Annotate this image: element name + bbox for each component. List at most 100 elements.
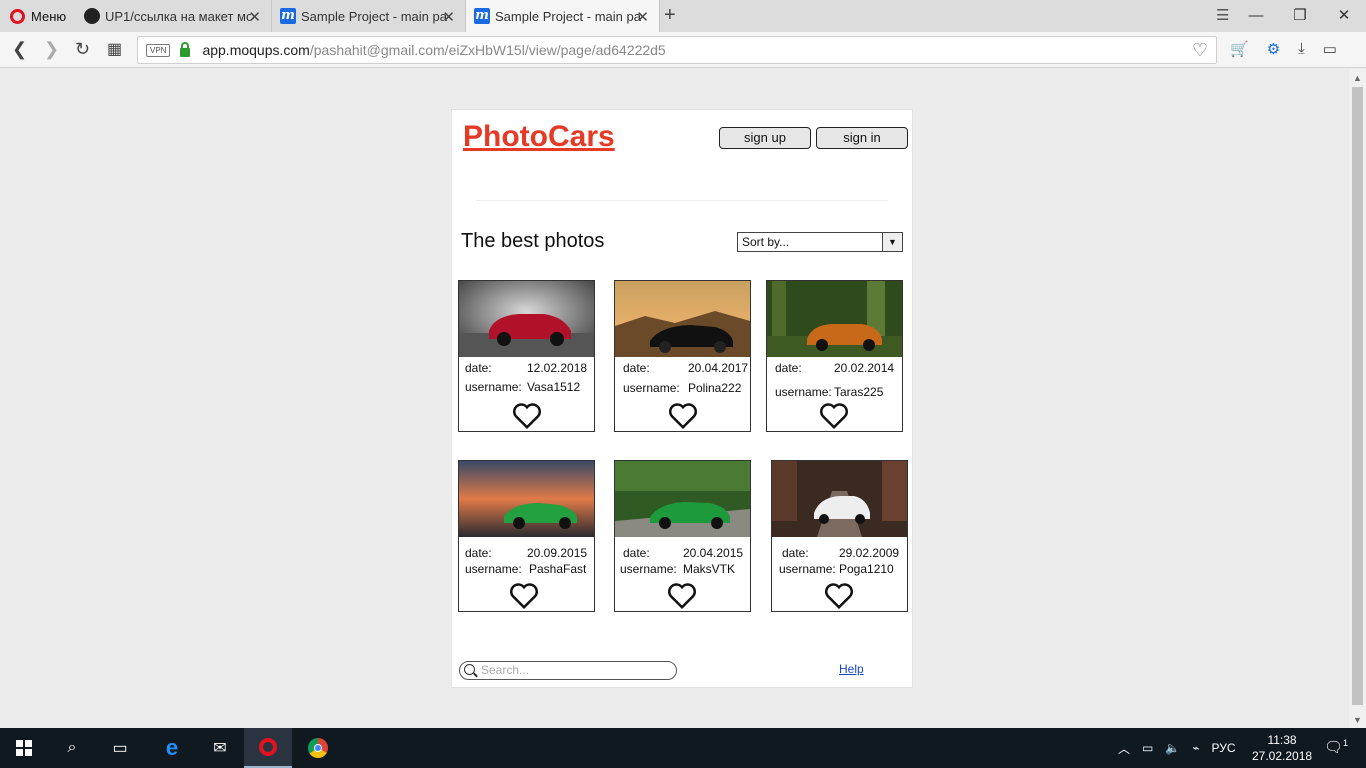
new-tab-plus-icon[interactable]: + xyxy=(664,4,676,27)
github-icon xyxy=(84,8,100,24)
notifications-icon[interactable]: 🗨1 xyxy=(1324,738,1348,756)
tab-menu-icon[interactable]: ☰ xyxy=(1216,6,1229,24)
username-label: username: xyxy=(779,562,836,576)
restore-icon[interactable]: ❐ xyxy=(1278,0,1322,32)
username-label: username: xyxy=(465,562,522,576)
sign-up-button[interactable]: sign up xyxy=(719,127,811,149)
date-label: date: xyxy=(623,361,650,375)
taskbar-search-icon[interactable]: ⌕ xyxy=(48,728,96,768)
search-icon xyxy=(464,664,475,675)
tab-sample-project-2[interactable]: m Sample Project - main pag ✕ xyxy=(466,0,660,32)
network-icon[interactable]: ⌁ xyxy=(1192,741,1199,755)
date-value: 20.04.2017 xyxy=(688,361,749,375)
tab-github[interactable]: UP1/ссылка на макет мое ✕ xyxy=(76,0,272,32)
like-heart-icon[interactable] xyxy=(512,402,542,430)
help-link[interactable]: Help xyxy=(839,662,864,676)
bookmark-heart-icon[interactable]: ♡ xyxy=(1192,40,1208,61)
like-heart-icon[interactable] xyxy=(819,402,849,430)
site-logo[interactable]: PhotoCars xyxy=(463,120,615,154)
edge-icon[interactable]: e xyxy=(148,728,196,768)
opera-menu-button[interactable]: Меню xyxy=(0,0,76,32)
date-value: 20.04.2015 xyxy=(683,546,744,560)
like-heart-icon[interactable] xyxy=(509,582,539,610)
lock-icon[interactable] xyxy=(180,41,191,57)
close-icon[interactable]: ✕ xyxy=(636,8,649,26)
language-indicator[interactable]: РУС xyxy=(1212,741,1236,755)
scroll-thumb[interactable] xyxy=(1352,87,1363,705)
photo-card[interactable]: date: 20.04.2017 username: Polina222 xyxy=(614,280,751,432)
photo-card[interactable]: date: 12.02.2018 username: Vasa1512 xyxy=(458,280,595,432)
date-label: date: xyxy=(465,546,492,560)
tray-chevron-icon[interactable]: ︿ xyxy=(1118,740,1130,757)
car-photo[interactable] xyxy=(615,281,750,357)
car-photo[interactable] xyxy=(767,281,902,357)
date-value: 20.09.2015 xyxy=(527,546,588,560)
moqups-icon: m xyxy=(280,8,296,24)
username-label: username: xyxy=(465,380,522,394)
reload-icon[interactable]: ↻ xyxy=(75,39,90,60)
like-heart-icon[interactable] xyxy=(824,582,854,610)
sign-in-button[interactable]: sign in xyxy=(816,127,908,149)
photo-card[interactable]: date: 20.04.2015 username: MaksVTK xyxy=(614,460,751,612)
date-label: date: xyxy=(782,546,809,560)
dropdown-arrow-icon[interactable]: ▼ xyxy=(882,233,902,251)
sort-label: Sort by... xyxy=(742,235,790,249)
download-icon[interactable]: ⤓ xyxy=(1298,40,1305,58)
opera-menu-label: Меню xyxy=(31,8,67,24)
photo-card[interactable]: date: 20.09.2015 username: PashaFast xyxy=(458,460,595,612)
tab-sample-project-1[interactable]: m Sample Project - main pag ✕ xyxy=(272,0,466,32)
search-input[interactable]: Search... xyxy=(459,661,677,680)
address-toolbar: ❮ ❯ ↻ ▦ VPN app.moqups.com /pashahit@gma… xyxy=(0,32,1366,68)
scroll-down-icon[interactable]: ▼ xyxy=(1353,715,1362,725)
photo-card[interactable]: date: 29.02.2009 username: Poga1210 xyxy=(771,460,908,612)
vpn-badge[interactable]: VPN xyxy=(146,43,171,57)
speed-dial-icon[interactable]: ▦ xyxy=(107,39,122,59)
username-value: MaksVTK xyxy=(683,562,736,576)
chrome-icon[interactable] xyxy=(294,728,342,768)
username-label: username: xyxy=(623,381,680,395)
photo-card[interactable]: date: 20.02.2014 username: Taras225 xyxy=(766,280,903,432)
username-value: Polina222 xyxy=(688,381,742,395)
url-path: /pashahit@gmail.com/eiZxHbW15l/view/page… xyxy=(309,42,666,58)
url-field[interactable]: VPN app.moqups.com /pashahit@gmail.com/e… xyxy=(137,36,1217,64)
extension-icon[interactable]: ⚙ xyxy=(1267,40,1280,58)
task-view-icon[interactable]: ▭ xyxy=(96,728,144,768)
car-photo[interactable] xyxy=(459,461,594,537)
clock[interactable]: 11:38 27.02.2018 xyxy=(1252,732,1312,764)
windows-start-icon[interactable] xyxy=(0,728,48,768)
moqups-icon: m xyxy=(474,8,490,24)
battery-icon[interactable]: ▭ xyxy=(1323,40,1337,58)
close-icon[interactable]: ✕ xyxy=(248,8,261,26)
system-tray: ︿ ▭ 🔈 ⌁ РУС xyxy=(1118,728,1236,768)
vertical-scrollbar[interactable]: ▲ ▼ xyxy=(1349,69,1366,728)
tab-title: UP1/ссылка на макет мое xyxy=(105,8,251,24)
car-photo[interactable] xyxy=(459,281,594,357)
back-icon[interactable]: ❮ xyxy=(12,39,27,60)
opera-taskbar-icon[interactable] xyxy=(244,728,292,768)
volume-icon[interactable]: 🔈 xyxy=(1165,741,1180,755)
like-heart-icon[interactable] xyxy=(667,582,697,610)
date-value: 29.02.2009 xyxy=(839,546,900,560)
clock-date: 27.02.2018 xyxy=(1252,749,1313,763)
windows-taskbar: ⌕ ▭ e ✉ ︿ ▭ 🔈 ⌁ РУС 11:38 27.02.2018 🗨1 xyxy=(0,728,1366,768)
sort-dropdown[interactable]: Sort by... ▼ xyxy=(737,232,903,252)
cart-icon[interactable]: 🛒 xyxy=(1230,40,1249,58)
header-divider xyxy=(476,200,888,201)
toolbar-extensions: 🛒 ⚙ ⤓ ▭ xyxy=(1230,40,1337,58)
mockup-page: PhotoCars sign up sign in The best photo… xyxy=(451,109,913,688)
notification-count: 1 xyxy=(1343,738,1349,748)
minimize-icon[interactable]: — xyxy=(1234,0,1278,32)
car-photo[interactable] xyxy=(615,461,750,537)
username-value: Vasa1512 xyxy=(527,380,581,394)
forward-icon[interactable]: ❯ xyxy=(44,39,59,60)
like-heart-icon[interactable] xyxy=(668,402,698,430)
window-close-icon[interactable]: ✕ xyxy=(1322,0,1366,32)
date-label: date: xyxy=(623,546,650,560)
date-value: 12.02.2018 xyxy=(527,361,588,375)
battery-tray-icon[interactable]: ▭ xyxy=(1142,741,1153,755)
car-photo[interactable] xyxy=(772,461,907,537)
mail-icon[interactable]: ✉ xyxy=(196,728,244,768)
close-icon[interactable]: ✕ xyxy=(442,8,455,26)
scroll-up-icon[interactable]: ▲ xyxy=(1353,73,1362,83)
clock-time: 11:38 xyxy=(1267,733,1297,747)
